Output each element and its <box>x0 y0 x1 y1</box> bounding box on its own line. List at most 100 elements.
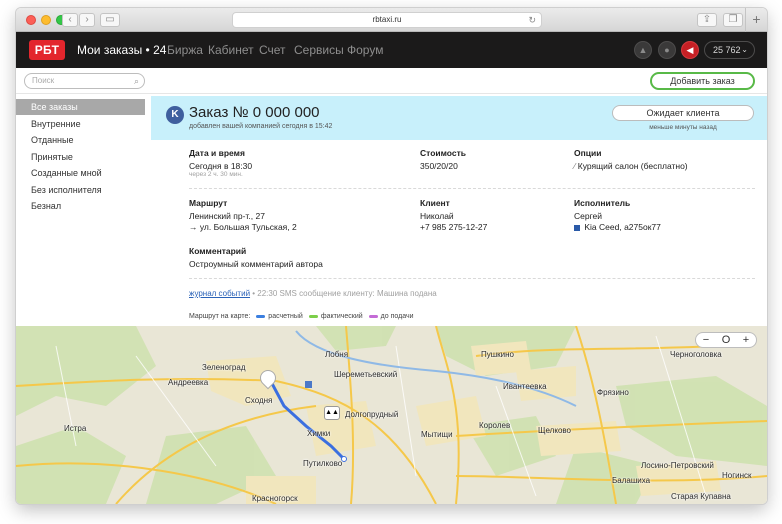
map-label: Пушкино <box>481 350 515 359</box>
logo[interactable]: РБТ <box>29 40 65 60</box>
sidebar: Все заказы Внутренние Отданные Принятые … <box>16 94 150 326</box>
route-from: Ленинский пр-т., 27 <box>189 211 265 221</box>
map-label: Балашиха <box>612 476 651 485</box>
map-label: Истра <box>64 424 87 433</box>
map-label: Лобня <box>325 350 349 359</box>
divider <box>189 278 755 279</box>
map-label: Ногинск <box>722 471 752 480</box>
share-icon[interactable]: ⇪ <box>697 13 717 27</box>
client-phone[interactable]: +7 985 275-12-27 <box>420 222 487 232</box>
zoom-in-button[interactable]: + <box>736 333 756 347</box>
sidebar-item-given[interactable]: Отданные <box>16 132 145 148</box>
chat-icon[interactable]: ● <box>658 41 676 59</box>
browser-toolbar: ‹ › ▭ rbtaxi.ru ↻ ⇪ ❐ + <box>16 8 767 32</box>
locate-button[interactable]: O <box>716 333 736 347</box>
search-input[interactable]: Поиск ⌕ <box>24 73 145 89</box>
sidebar-item-all[interactable]: Все заказы <box>16 99 145 115</box>
map-label: Щелково <box>538 426 571 435</box>
sidebar-item-no-driver[interactable]: Без исполнителя <box>16 182 145 198</box>
map-label: Шереметьевский <box>334 370 398 379</box>
url-text: rbtaxi.ru <box>372 15 402 24</box>
legend-item: фактический <box>320 313 363 320</box>
back-icon[interactable]: ‹ <box>62 13 78 27</box>
event-log: журнал событий • 22:30 SMS сообщение кли… <box>189 289 437 298</box>
legend-swatch <box>308 314 318 318</box>
nav-services[interactable]: Сервисы <box>294 43 344 57</box>
driver-label: Исполнитель <box>574 198 631 208</box>
balance-dropdown[interactable]: 25 762 ⌄ <box>704 41 755 59</box>
map-label: Красногорск <box>252 494 298 503</box>
car-color-icon <box>574 224 580 231</box>
map-label: Долгопрудный <box>345 410 399 419</box>
close-window-button[interactable] <box>26 15 36 25</box>
sidebar-item-created[interactable]: Созданные мной <box>16 165 145 181</box>
legend-swatch <box>256 314 266 318</box>
alert-bell-icon[interactable]: ▲ <box>634 41 652 59</box>
status-note: меньше минуты назад <box>649 124 717 131</box>
minimize-window-button[interactable] <box>41 15 51 25</box>
sidebar-item-internal[interactable]: Внутренние <box>16 116 145 132</box>
options-value: Курящий салон (бесплатно) <box>577 161 688 171</box>
event-log-link[interactable]: журнал событий <box>189 289 250 298</box>
datetime-value: Сегодня в 18:30 <box>189 161 253 171</box>
zoom-control: − O + <box>695 332 757 348</box>
legend-swatch <box>368 314 378 318</box>
new-tab-icon[interactable]: + <box>745 8 767 32</box>
smoking-icon: ⁄ <box>574 161 576 171</box>
add-order-button[interactable]: Добавить заказ <box>650 72 755 90</box>
legend-item: расчетный <box>268 313 303 320</box>
map-label: Химки <box>307 429 331 438</box>
map-label: Лосино-Петровский <box>641 461 714 470</box>
sidebar-toggle-icon[interactable]: ▭ <box>100 13 120 27</box>
forward-icon[interactable]: › <box>79 13 95 27</box>
cost-label: Стоимость <box>420 148 466 158</box>
nav-exchange[interactable]: Биржа <box>167 43 203 57</box>
order-header: K Заказ № 0 000 000 добавлен вашей компа… <box>151 96 767 140</box>
order-subtitle: добавлен вашей компанией сегодня в 15:42 <box>189 123 333 130</box>
nav-my-orders[interactable]: Мои заказы • 24 <box>77 43 166 57</box>
event-log-entry: • 22:30 SMS сообщение клиенту: Машина по… <box>250 289 437 298</box>
reload-icon[interactable]: ↻ <box>528 13 536 27</box>
chevron-down-icon: ⌄ <box>741 45 748 54</box>
zoom-out-button[interactable]: − <box>696 333 716 347</box>
datetime-label: Дата и время <box>189 148 245 158</box>
sidebar-item-cashless[interactable]: Безнал <box>16 198 145 214</box>
map-label: Зеленоград <box>202 363 246 372</box>
search-placeholder: Поиск <box>32 76 55 85</box>
status-button[interactable]: Ожидает клиента <box>612 105 754 121</box>
client-name: Николай <box>420 211 454 221</box>
address-bar[interactable]: rbtaxi.ru ↻ <box>232 12 542 28</box>
driver-name: Сергей <box>574 211 602 221</box>
cost-value: 350/20/20 <box>420 161 458 171</box>
route-to: → ул. Большая Тульская, 2 <box>189 222 297 232</box>
nav-forum[interactable]: Форум <box>347 43 383 57</box>
company-badge: K <box>166 106 184 124</box>
map-label: Старая Купавна <box>671 492 731 501</box>
tabs-icon[interactable]: ❐ <box>723 13 743 27</box>
map-label: Сходня <box>245 396 273 405</box>
route-legend: Маршрут на карте: расчетный фактический до … <box>189 313 414 320</box>
map-label: Черноголовка <box>670 350 722 359</box>
nav-cabinet[interactable]: Кабинет <box>208 43 254 57</box>
datetime-hint: через 2 ч. 30 мин. <box>189 171 243 178</box>
map-label: Путилково <box>303 459 343 468</box>
comment-value: Остроумный комментарий автора <box>189 259 323 269</box>
driver-car-row: Kia Ceed, а275ок77 <box>574 222 661 232</box>
sidebar-item-accepted[interactable]: Принятые <box>16 149 145 165</box>
driver-car: Kia Ceed, а275ок77 <box>584 222 661 232</box>
balance-value: 25 762 <box>713 45 741 55</box>
map[interactable]: ▲▲ Андреевка Зеленоград Лобня Пушкино Ив… <box>16 326 767 504</box>
map-label: Андреевка <box>168 378 209 387</box>
search-icon: ⌕ <box>133 76 139 86</box>
map-label: Фрязино <box>597 388 629 397</box>
airport-icon <box>305 381 312 388</box>
sound-muted-icon[interactable]: ◀ <box>681 41 699 59</box>
top-navigation: РБТ Мои заказы • 24 Биржа Кабинет Счет С… <box>16 32 767 68</box>
comment-label: Комментарий <box>189 246 247 256</box>
options-row: ⁄ Курящий салон (бесплатно) <box>574 161 688 171</box>
client-label: Клиент <box>420 198 450 208</box>
taxi-car-icon[interactable]: ▲▲ <box>324 406 340 420</box>
nav-account[interactable]: Счет <box>259 43 286 57</box>
map-label: Ивантеевка <box>503 382 547 391</box>
legend-label: Маршрут на карте: <box>189 313 251 320</box>
